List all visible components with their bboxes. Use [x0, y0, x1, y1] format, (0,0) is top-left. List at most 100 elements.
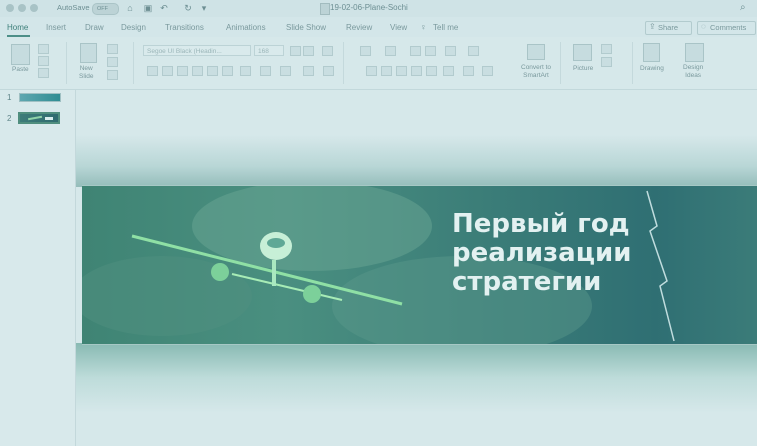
slide-title[interactable]: Первый год реализации стратегии [452, 210, 631, 297]
share-icon: ⇪ [649, 22, 656, 31]
justify-icon[interactable] [411, 66, 422, 76]
paste-icon[interactable] [11, 44, 30, 65]
tab-insert[interactable]: Insert [46, 23, 66, 32]
autosave-toggle[interactable]: OFF [92, 3, 119, 15]
decrease-indent-icon[interactable] [410, 46, 421, 56]
shapes-icon[interactable] [601, 44, 612, 54]
distributed-icon[interactable] [426, 66, 437, 76]
slide-title-line-1: Первый год [452, 209, 630, 239]
ribbon-separator [632, 42, 633, 84]
slide-thumbnail-pane [0, 90, 76, 446]
reset-icon[interactable] [107, 57, 118, 67]
bullets-icon[interactable] [360, 46, 371, 56]
increase-font-icon[interactable] [290, 46, 301, 56]
tell-me-search[interactable]: Tell me [433, 23, 458, 32]
strikethrough-icon[interactable] [192, 66, 203, 76]
text-direction-icon[interactable] [443, 66, 454, 76]
align-center-icon[interactable] [381, 66, 392, 76]
slide-title-line-3: стратегии [452, 267, 602, 297]
ribbon-separator [560, 42, 561, 84]
columns-icon[interactable] [468, 46, 479, 56]
font-color-icon[interactable] [280, 66, 291, 76]
copy-icon[interactable] [38, 56, 49, 66]
minimize-window-button[interactable] [18, 4, 26, 12]
clear-formatting-icon[interactable] [322, 46, 333, 56]
comments-label: Comments [710, 23, 747, 32]
ribbon-separator [66, 42, 67, 84]
thumbnail-plane [27, 115, 43, 120]
text-effects-icon[interactable] [240, 66, 251, 76]
comment-icon: ◌ [701, 22, 706, 31]
new-slide-label: New Slide [79, 65, 94, 80]
tab-view[interactable]: View [390, 23, 407, 32]
cloud-overflow-bottom [76, 343, 757, 413]
slide-title-line-2: реализации [452, 238, 632, 268]
tab-draw[interactable]: Draw [85, 23, 104, 32]
underline-icon[interactable] [177, 66, 188, 76]
numbering-icon[interactable] [385, 46, 396, 56]
picture-label: Picture [573, 65, 594, 72]
comments-button[interactable]: ◌ Comments [697, 21, 756, 35]
document-title: 19-02-06-Plane-Sochi [330, 3, 408, 12]
tab-review[interactable]: Review [346, 23, 372, 32]
character-spacing-icon[interactable] [303, 66, 314, 76]
thumbnail-number: 2 [7, 114, 12, 123]
tab-design[interactable]: Design [121, 23, 146, 32]
superscript-icon[interactable] [222, 66, 233, 76]
current-slide[interactable]: Первый год реализации стратегии [82, 185, 757, 345]
drawing-label: Drawing [640, 65, 664, 72]
save-icon[interactable]: ▣ [142, 2, 154, 14]
ribbon-tabs [0, 17, 757, 37]
tab-animations[interactable]: Animations [226, 23, 266, 32]
line-spacing-icon[interactable] [445, 46, 456, 56]
align-text-icon[interactable] [463, 66, 474, 76]
highlight-icon[interactable] [260, 66, 271, 76]
tab-home[interactable]: Home [7, 23, 28, 32]
slide-thumbnail-1[interactable] [19, 93, 61, 102]
text-options-icon[interactable] [482, 66, 493, 76]
slide-thumbnail-2[interactable] [18, 112, 60, 124]
italic-icon[interactable] [162, 66, 173, 76]
font-name-field[interactable]: Segoe UI Black (Headin... [143, 45, 251, 56]
tab-slide-show[interactable]: Slide Show [286, 23, 326, 32]
font-size-field[interactable]: 168 [254, 45, 284, 56]
document-icon [320, 3, 330, 15]
home-icon[interactable]: ⌂ [124, 2, 136, 14]
lightbulb-icon: ♀ [420, 22, 427, 32]
slide-background-art [82, 186, 675, 344]
subscript-icon[interactable] [207, 66, 218, 76]
ribbon-separator [343, 42, 344, 84]
picture-icon[interactable] [573, 44, 592, 61]
decrease-font-icon[interactable] [303, 46, 314, 56]
undo-icon[interactable]: ↶ [158, 2, 170, 14]
zoom-window-button[interactable] [30, 4, 38, 12]
new-slide-icon[interactable] [80, 43, 97, 63]
align-right-icon[interactable] [396, 66, 407, 76]
drawing-icon[interactable] [643, 43, 660, 62]
more-icon[interactable]: ▾ [198, 2, 210, 14]
change-case-icon[interactable] [323, 66, 334, 76]
close-window-button[interactable] [6, 4, 14, 12]
share-button[interactable]: ⇪ Share [645, 21, 692, 35]
format-painter-icon[interactable] [38, 68, 49, 78]
redo-icon[interactable]: ↻ [182, 2, 194, 14]
tab-transitions[interactable]: Transitions [165, 23, 204, 32]
thumbnail-number: 1 [7, 93, 12, 102]
layout-icon[interactable] [107, 44, 118, 54]
section-icon[interactable] [107, 70, 118, 80]
paste-label: Paste [12, 66, 29, 73]
cut-icon[interactable] [38, 44, 49, 54]
ribbon-separator [133, 42, 134, 84]
lightning-bolt [646, 190, 675, 342]
convert-smartart-label: Convert to SmartArt [521, 64, 551, 79]
cloud-overflow-top [76, 135, 757, 187]
text-box-icon[interactable] [601, 57, 612, 67]
share-label: Share [658, 23, 679, 32]
design-ideas-label: Design Ideas [683, 64, 704, 79]
bold-icon[interactable] [147, 66, 158, 76]
search-icon[interactable]: ⌕ [740, 2, 746, 13]
design-ideas-icon[interactable] [685, 43, 704, 62]
align-left-icon[interactable] [366, 66, 377, 76]
smartart-icon[interactable] [527, 44, 545, 60]
increase-indent-icon[interactable] [425, 46, 436, 56]
